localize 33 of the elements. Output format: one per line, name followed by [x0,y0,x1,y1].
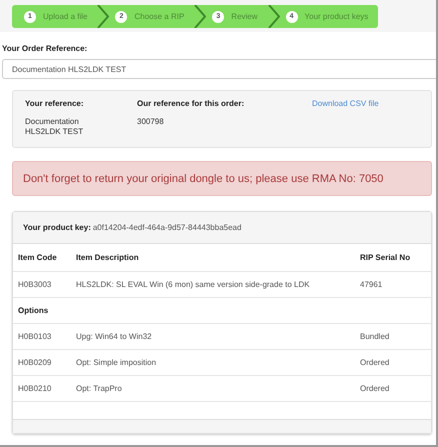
column-header: Item Description [76,253,140,262]
table-cell-text: Bundled [360,332,390,341]
our-reference-value: 300798 [137,116,165,128]
dongle-alert: Don't forget to return your original dongle to us; please use RMA No: 7050 [12,161,432,196]
column-header: RIP Serial No [360,253,412,262]
table-cell-text: 47961 [360,280,384,289]
chevron-icon [97,5,110,28]
table-cell-text: HLS2LDK: SL EVAL Win (6 mon) same version side-grade to LDK [76,280,311,289]
field-label: Your Order Reference: [2,44,88,53]
product-key-label: Your product key: [23,223,91,232]
table-cell-text: H0B0209 [18,358,52,367]
table-cell-text: H0B3003 [18,280,52,289]
product-key-value: a0f14204-4edf-464a-9d57-84443bba5ead [92,223,242,232]
table-cell-text: H0B0103 [18,332,52,341]
your-reference-label: Your reference: [25,99,85,110]
section-heading: Options [18,306,48,315]
table-cell-text: Upg: Win64 to Win32 [76,332,153,341]
table-cell-text: Ordered [360,358,390,367]
step-label[interactable]: Choose a RIP [134,12,184,21]
table-cell-text: Ordered [360,384,390,393]
table-cell-text: Opt: TrapPro [76,384,123,393]
your-reference-value: Documentation HLS2LDK TEST [25,116,84,138]
table-cell-text: H0B0210 [18,384,52,393]
column-header: Item Code [18,253,58,262]
order-reference-field[interactable]: Documentation HLS2LDK TEST [2,59,436,79]
table-cell-text: Opt: Simple imposition [76,358,158,367]
chevron-icon [194,5,206,28]
step-label[interactable]: Upload a file [43,12,88,21]
chevron-icon [268,5,280,28]
step-label[interactable]: Review [231,12,258,21]
our-reference-label: Our reference for this order: [137,99,246,110]
step-label[interactable]: Your product keys [304,12,368,21]
download-link[interactable]: Download CSV file [312,99,419,112]
